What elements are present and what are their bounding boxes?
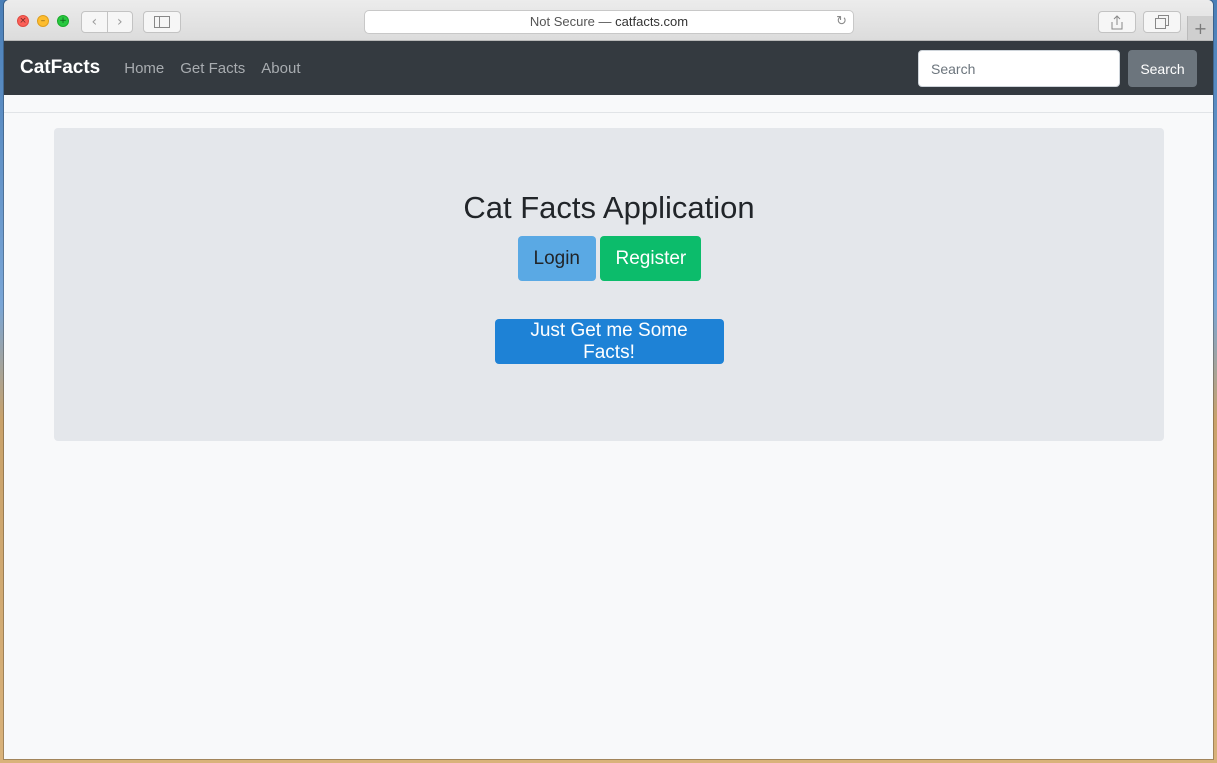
search-form: Search [918,50,1197,87]
get-facts-button[interactable]: Just Get me Some Facts! [494,319,724,364]
nav-link-about[interactable]: About [261,60,300,77]
divider [4,112,1213,113]
site-navbar: CatFacts Home Get Facts About Search [4,41,1213,95]
auth-buttons: Login Register [54,236,1164,281]
forward-arrow-icon[interactable]: › [106,12,133,32]
nav-link-get-facts[interactable]: Get Facts [180,60,245,77]
address-bar[interactable]: Not Secure — catfacts.com ↻ [364,10,854,34]
search-input[interactable] [918,50,1120,87]
search-button[interactable]: Search [1128,50,1197,87]
browser-titlebar: × – + ‹ › Not Secure — catfacts.com ↻ + [4,0,1213,41]
show-tabs-icon[interactable] [1143,11,1181,33]
security-status: Not Secure — [529,14,616,29]
close-window-icon[interactable]: × [17,15,29,27]
jumbotron: Cat Facts Application Login Register Jus… [54,128,1164,441]
address-domain: catfacts.com [615,14,689,29]
share-icon[interactable] [1098,11,1136,33]
browser-window: × – + ‹ › Not Secure — catfacts.com ↻ + … [4,0,1213,759]
history-nav: ‹ › [81,11,133,33]
back-arrow-icon[interactable]: ‹ [82,12,107,32]
page-title: Cat Facts Application [463,190,755,225]
new-tab-icon[interactable]: + [1187,16,1213,40]
nav-link-home[interactable]: Home [124,60,164,77]
brand-logo[interactable]: CatFacts [20,57,100,79]
sidebar-toggle-icon[interactable] [143,11,181,33]
minimize-window-icon[interactable]: – [37,15,49,27]
login-button[interactable]: Login [517,236,596,281]
register-button[interactable]: Register [599,236,701,281]
maximize-window-icon[interactable]: + [57,15,69,27]
reload-icon[interactable]: ↻ [836,11,847,33]
